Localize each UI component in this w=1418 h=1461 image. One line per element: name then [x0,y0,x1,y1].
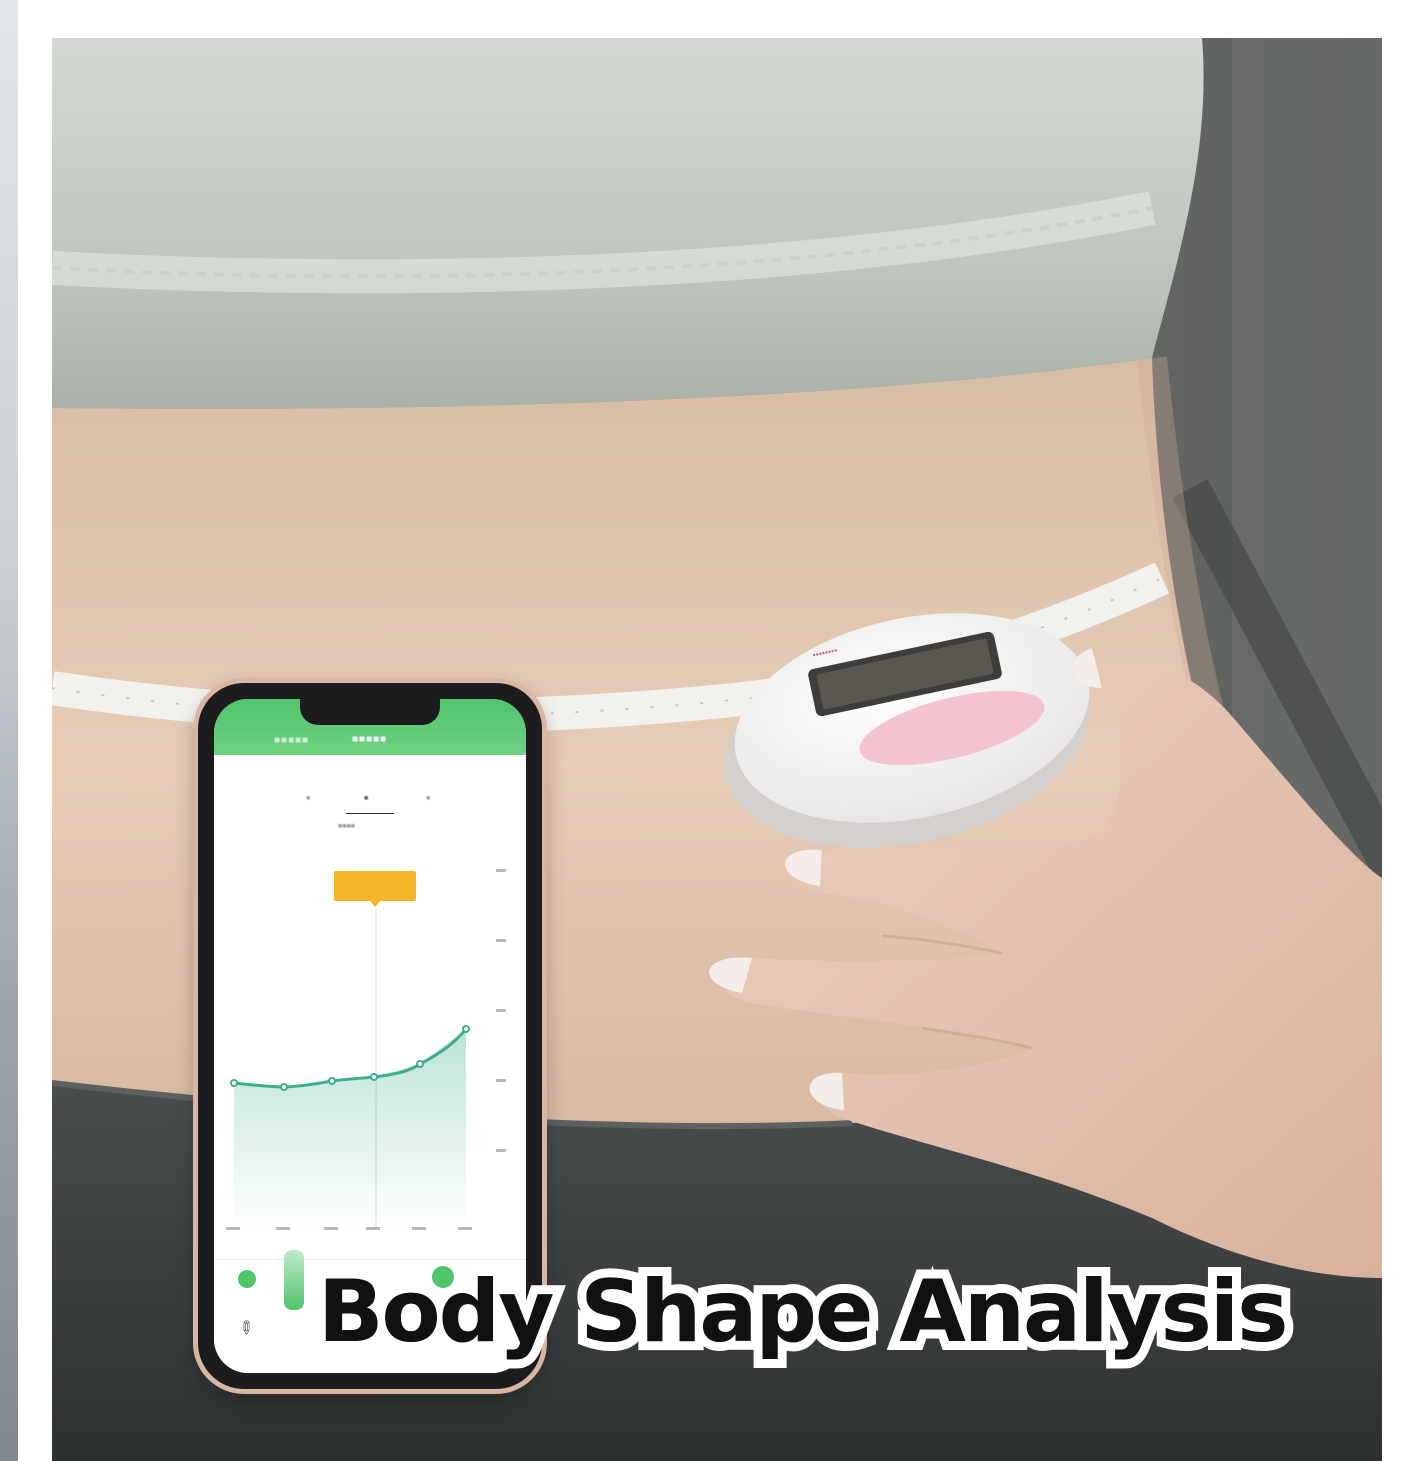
app-header-tab: ■■■■■ [352,734,388,745]
y-tick [496,869,506,872]
chart-point [370,1073,378,1081]
chart-point [328,1077,336,1085]
x-tick [226,1227,240,1230]
y-tick [496,1149,506,1152]
y-tick [496,939,506,942]
chart-point [280,1083,288,1091]
period-underline [346,813,394,814]
metric-dot[interactable] [238,1270,256,1288]
period-current: ■ [364,795,369,802]
y-tick [496,1009,506,1012]
x-tick [276,1227,290,1230]
phone-notch [300,699,440,725]
period-prev: ■ [306,795,311,802]
metric-bar[interactable] [284,1250,304,1310]
x-tick [458,1227,472,1230]
x-tick [324,1227,338,1230]
x-tick [412,1227,426,1230]
x-tick [366,1227,380,1230]
trend-chart [226,869,506,1230]
date-range: ■■■■ [338,823,355,830]
period-next: ■ [426,795,431,802]
chart-point [230,1079,238,1087]
app-header-text: ■■■■■ [274,735,310,746]
caption: Body Shape Analysis [318,1262,1288,1362]
chart-point [416,1060,424,1068]
chart-point [462,1025,470,1033]
product-image: •••••••• ■■■■■ ■■■■■ ■ ■ ■ ■■■■ ✎ Body S… [0,0,1418,1461]
pencil-icon[interactable]: ✎ [233,1316,258,1342]
y-tick [496,1079,506,1082]
adjacent-panel-edge [0,0,18,1461]
